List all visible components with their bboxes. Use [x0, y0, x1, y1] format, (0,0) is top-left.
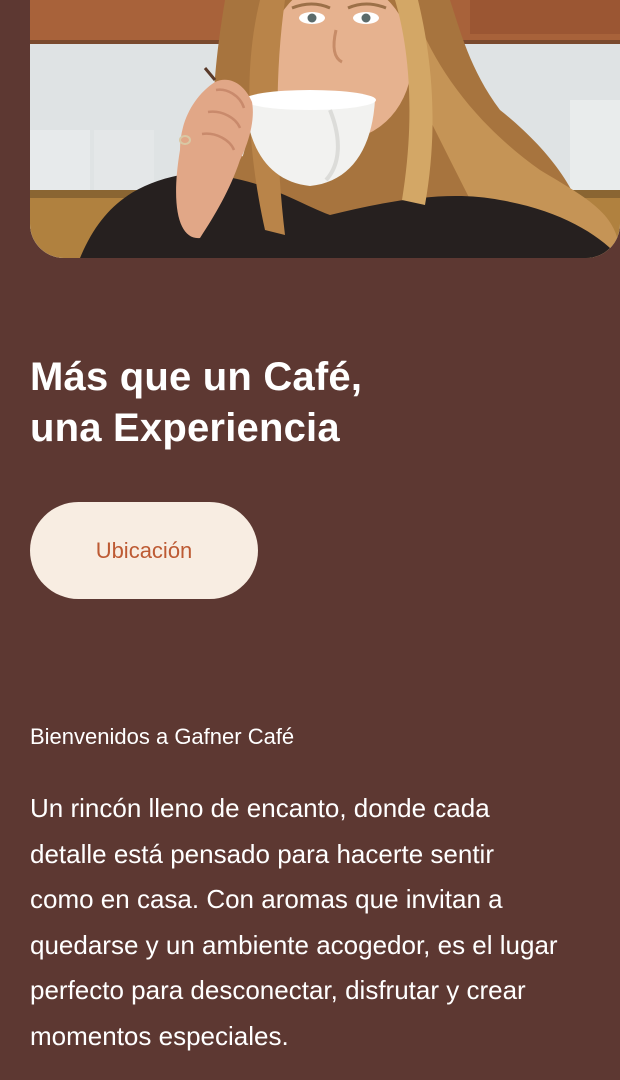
welcome-text: Bienvenidos a Gafner Café [30, 724, 295, 749]
description-line: detalle está pensado para hacerte sentir [30, 838, 494, 869]
title-line-2: una Experiencia [30, 406, 340, 450]
description-line: Un rincón lleno de encanto, donde cada [30, 793, 490, 823]
description-line: perfecto para desconectar, disfrutar y c… [30, 975, 526, 1005]
description-line: como en casa. Con aromas que invitan a [30, 884, 503, 914]
location-button[interactable]: Ubicación [30, 502, 258, 599]
title-line-1: Más que un Café, [30, 355, 363, 399]
hero-image [30, 0, 620, 258]
description-paragraph: Un rincón lleno de encanto, donde cada d… [30, 786, 620, 1059]
description-line: momentos especiales. [30, 1020, 289, 1051]
description-line: quedarse y un ambiente acogedor, es el l… [30, 929, 558, 960]
page-title: Más que un Café, una Experiencia [30, 352, 590, 454]
